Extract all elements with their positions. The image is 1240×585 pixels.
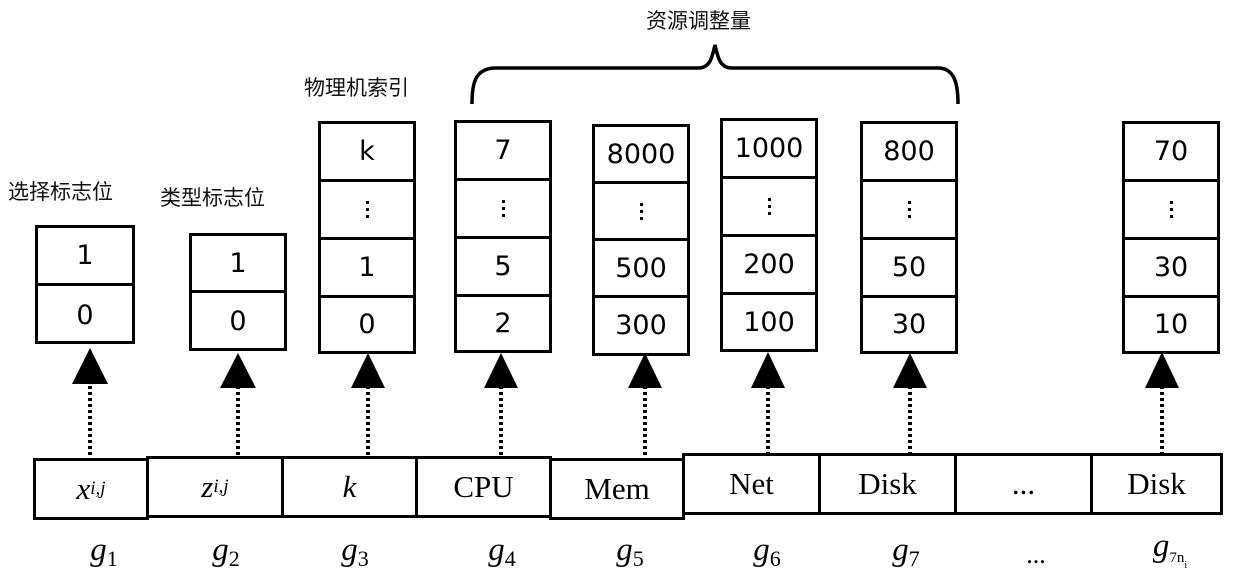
gene-sub: i,j <box>213 476 229 497</box>
glabel-sub: 7 <box>908 546 920 571</box>
gene-x: x i,j <box>33 458 149 520</box>
gene-net: Net <box>682 453 821 515</box>
arrowhead-up-icon <box>751 352 785 388</box>
glabel-base: g <box>488 532 505 568</box>
glabel-sub: 2 <box>228 546 240 571</box>
glabel-sub2: i <box>1184 560 1188 571</box>
gene-label-g5: g5 <box>590 532 670 572</box>
glabel-sub: 4 <box>504 546 516 571</box>
gene-text: Disk <box>1127 466 1186 501</box>
arrowhead-up-icon <box>893 353 927 388</box>
glabel-base: g <box>753 532 770 568</box>
chromosome-row: x i,j z i,j k CPU Mem Net Disk ... Disk <box>33 453 1223 522</box>
glabel-base: g <box>616 532 633 568</box>
glabel-sub: 1 <box>106 546 118 571</box>
arrowhead-up-icon <box>72 348 108 384</box>
arrowhead-up-icon <box>220 353 256 388</box>
gene-label-g4: g4 <box>462 532 542 572</box>
arrowhead-up-icon <box>628 353 662 388</box>
gene-ellipsis: ... <box>954 453 1093 515</box>
gene-label-g6: g6 <box>727 532 807 572</box>
gene-base: z <box>201 469 214 504</box>
glabel-base: g <box>341 532 358 568</box>
arrow-group <box>88 385 1164 455</box>
resource-brace <box>470 44 960 105</box>
glabel-sub: 7n <box>1169 550 1185 566</box>
glabel-sub: 5 <box>632 546 644 571</box>
gene-text: Disk <box>858 466 917 501</box>
gene-text: ... <box>1011 466 1036 501</box>
gene-disk: Disk <box>818 453 957 515</box>
gene-label-g2: g2 <box>186 532 266 572</box>
glabel-sub: 6 <box>769 546 781 571</box>
gene-text: Net <box>729 466 774 501</box>
arrowhead-up-icon <box>484 353 518 388</box>
gene-text: Mem <box>584 471 650 506</box>
gene-label-ellipsis: ... <box>1026 540 1046 569</box>
glabel-sub: 3 <box>357 546 369 571</box>
gene-mem: Mem <box>549 458 685 520</box>
gene-disk-last: Disk <box>1090 453 1223 515</box>
gene-label-g7: g7 <box>866 532 946 572</box>
gene-label-g3: g3 <box>315 532 395 572</box>
arrowhead-up-icon <box>1145 352 1179 388</box>
glabel-base: g <box>90 532 107 568</box>
glabel-base: g <box>1152 528 1170 564</box>
glabel-base: g <box>212 532 229 568</box>
glabel-base: g <box>892 532 909 568</box>
gene-cpu: CPU <box>415 456 552 518</box>
gene-k: k <box>281 456 418 518</box>
gene-sub: i,j <box>90 478 106 499</box>
gene-base: k <box>342 469 357 504</box>
arrowhead-up-icon <box>351 353 385 388</box>
gene-z: z i,j <box>146 456 284 518</box>
gene-label-g1: g1 <box>64 532 144 572</box>
gene-label-g7n: g7ni <box>1130 528 1210 571</box>
gene-base: x <box>76 471 91 506</box>
gene-text: CPU <box>453 469 514 504</box>
arrowheads <box>72 348 1179 388</box>
